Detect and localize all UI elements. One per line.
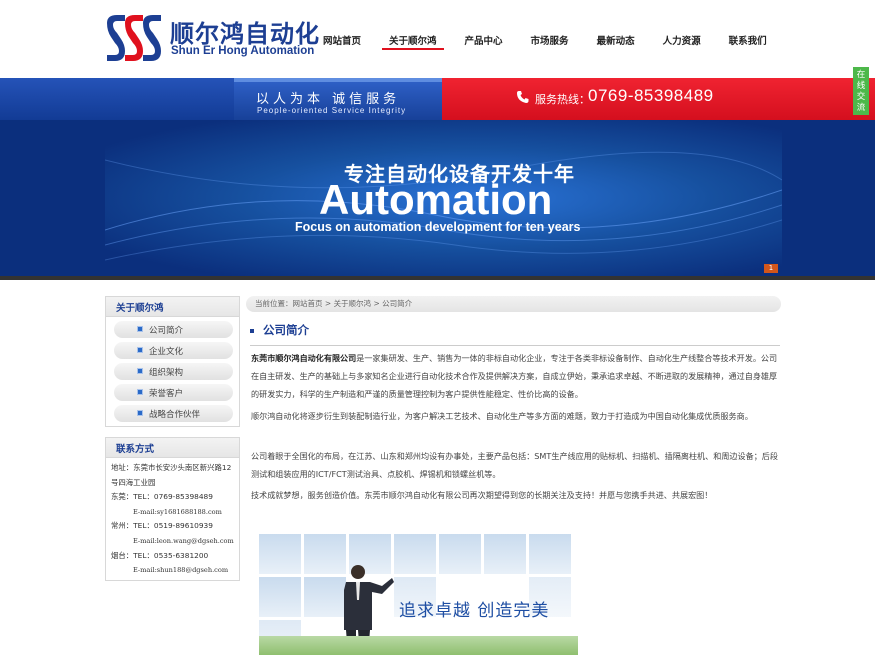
page-title-text: 公司简介	[263, 323, 309, 337]
bullet-icon	[137, 410, 143, 416]
contact-header: 联系方式	[106, 438, 239, 458]
bullet-icon	[137, 347, 143, 353]
contact-address: 地址：东莞市长安沙头南区新兴路12号四海工业园	[111, 463, 232, 487]
bullet-icon	[137, 368, 143, 374]
sidebar-item-honors[interactable]: 荣誉客户	[114, 384, 233, 401]
image-tile	[529, 534, 571, 574]
nav-news[interactable]: 最新动态	[590, 34, 642, 50]
about-menu-header: 关于顺尔鸿	[106, 297, 239, 317]
sidebar: 关于顺尔鸿 公司简介 企业文化 组织架构 荣誉客户 战略合作伙伴	[105, 296, 240, 427]
breadcrumb-sep: >	[371, 299, 383, 308]
breadcrumb-home[interactable]: 网站首页	[293, 299, 323, 308]
nav-service[interactable]: 市场服务	[524, 34, 576, 50]
intro-paragraph-2: 顺尔鸿自动化将逐步衍生到装配制造行业，为客户解决工艺技术、自动化生产等多方面的难…	[251, 411, 753, 421]
slogan-en: People-oriented Service Integrity	[257, 106, 407, 115]
site-header: 顺尔鸿自动化 Shun Er Hong Automation 网站首页 关于顺尔…	[0, 0, 875, 78]
image-tile	[259, 534, 301, 574]
image-tile	[484, 534, 526, 574]
image-tile	[394, 534, 436, 574]
phone-icon	[517, 91, 529, 103]
about-menu-list: 公司简介 企业文化 组织架构 荣誉客户 战略合作伙伴	[106, 317, 239, 426]
logo-text-cn: 顺尔鸿自动化	[170, 20, 320, 48]
banner-title-en: Automation	[319, 176, 553, 223]
sidebar-item-culture[interactable]: 企业文化	[114, 342, 233, 359]
nav-hr[interactable]: 人力资源	[656, 34, 708, 50]
sidebar-item-partners[interactable]: 战略合作伙伴	[114, 405, 233, 422]
nav-home[interactable]: 网站首页	[316, 34, 368, 50]
nav-about[interactable]: 关于顺尔鸿	[382, 34, 444, 50]
intro-paragraph-1: 东莞市顺尔鸿自动化有限公司是一家集研发、生产、销售为一体的非标自动化企业，专注于…	[251, 350, 780, 403]
bullet-icon	[137, 389, 143, 395]
breadcrumb: 当前位置：网站首页 > 关于顺尔鸿 > 公司简介	[246, 296, 781, 312]
company-name: 东莞市顺尔鸿自动化有限公司	[251, 353, 357, 363]
sidebar-item-label: 公司简介	[149, 326, 184, 336]
hotline-label: 服务热线：	[535, 93, 590, 106]
grass-ground	[259, 636, 578, 655]
contact-dongguan-tel: 东莞：TEL：0769-85398489	[111, 492, 213, 502]
contact-box: 联系方式 地址：东莞市长安沙头南区新兴路12号四海工业园 东莞：TEL：0769…	[105, 437, 240, 581]
contact-title: 联系方式	[116, 444, 155, 455]
banner-pager-dot[interactable]: 1	[764, 264, 778, 273]
image-tile	[439, 534, 481, 574]
slogan-cn: 以人为本 诚信服务	[256, 92, 401, 107]
sidebar-item-label: 战略合作伙伴	[149, 410, 201, 420]
breadcrumb-prefix: 当前位置：	[255, 299, 293, 308]
breadcrumb-sep: >	[322, 299, 334, 308]
contact-yantai-tel: 烟台：TEL：0535-6381200	[111, 550, 209, 560]
breadcrumb-current[interactable]: 公司简介	[382, 299, 412, 308]
title-divider	[250, 345, 780, 346]
image-slogan: 追求卓越 创造完美	[399, 601, 550, 621]
sidebar-item-label: 组织架构	[149, 368, 184, 378]
contact-changzhou-email[interactable]: E-mail:leon.wang@dgseh.com	[111, 534, 234, 549]
sidebar-item-profile[interactable]: 公司简介	[114, 321, 233, 338]
contact-dongguan-email[interactable]: E-mail:sy1681688188.com	[111, 505, 234, 520]
image-tile	[259, 577, 301, 617]
about-menu: 关于顺尔鸿 公司简介 企业文化 组织架构 荣誉客户 战略合作伙伴	[105, 296, 240, 427]
bullet-icon	[137, 326, 143, 332]
contact-details: 地址：东莞市长安沙头南区新兴路12号四海工业园 东莞：TEL：0769-8539…	[106, 458, 239, 581]
hotline-number: 0769-85398489	[588, 86, 714, 105]
sidebar-item-label: 企业文化	[149, 347, 184, 357]
logo-text-en: Shun Er Hong Automation	[171, 45, 315, 57]
about-menu-title: 关于顺尔鸿	[116, 303, 164, 314]
contact-yantai-email[interactable]: E-mail:shun188@dgseh.com	[111, 563, 234, 578]
title-square-icon	[250, 328, 254, 333]
logo-icon[interactable]	[105, 13, 163, 63]
nav-products[interactable]: 产品中心	[458, 34, 510, 50]
intro-paragraph-4: 技术成就梦想，服务创造价值。东莞市顺尔鸿自动化有限公司再次期望得到您的长期关注及…	[251, 490, 713, 500]
nav-contact[interactable]: 联系我们	[722, 34, 774, 50]
breadcrumb-section[interactable]: 关于顺尔鸿	[334, 299, 372, 308]
banner-subtitle-en: Focus on automation development for ten …	[295, 220, 581, 234]
banner-divider	[0, 276, 875, 280]
online-chat-button[interactable]: 在线交流	[853, 67, 869, 115]
main-nav: 网站首页 关于顺尔鸿 产品中心 市场服务 最新动态 人力资源 联系我们	[316, 34, 788, 50]
sidebar-item-structure[interactable]: 组织架构	[114, 363, 233, 380]
page-title: 公司简介	[250, 322, 309, 338]
sidebar-item-label: 荣誉客户	[149, 389, 184, 399]
intro-paragraph-3: 公司着眼于全国化的布局，在江苏、山东和郑州均设有办事处，主要产品包括：SMT生产…	[251, 451, 778, 479]
contact-changzhou-tel: 常州：TEL：0519-89610939	[111, 521, 213, 531]
